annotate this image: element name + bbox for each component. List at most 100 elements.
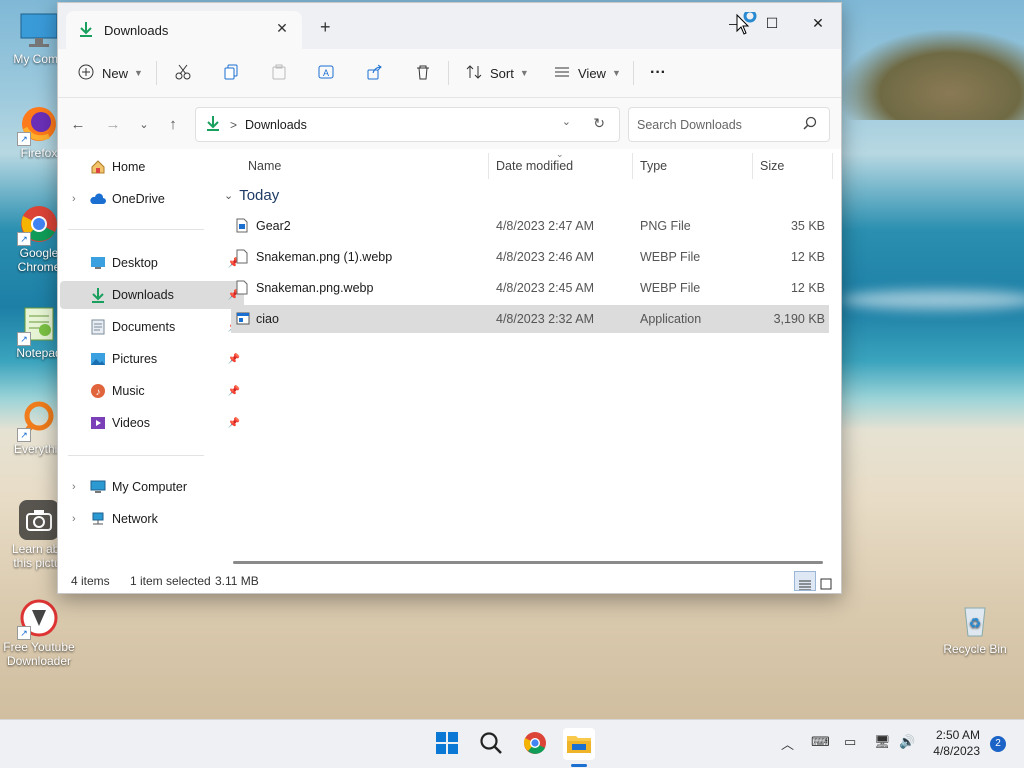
address-bar-row: ← → ⌄ ↑ > Downloads ⌄ ↻ Search Downloads [58, 98, 841, 150]
sidebar-item-downloads[interactable]: Downloads 📌 [60, 281, 244, 309]
sidebar-item-label: Desktop [112, 256, 158, 270]
share-button[interactable] [367, 59, 383, 87]
sidebar-item-home[interactable]: Home [60, 153, 244, 181]
camera-icon [19, 500, 59, 540]
clipboard-icon [271, 64, 287, 83]
new-button[interactable]: New ▼ [78, 59, 143, 87]
column-header-date[interactable]: Date modified [496, 159, 573, 173]
file-row[interactable]: Gear2 4/8/2023 2:47 AM PNG File 35 KB [231, 212, 829, 240]
file-date: 4/8/2023 2:45 AM [496, 281, 594, 295]
start-button[interactable] [431, 728, 463, 760]
file-row-selected[interactable]: ciao 4/8/2023 2:32 AM Application 3,190 … [231, 305, 829, 333]
maximize-button[interactable]: ☐ [752, 9, 792, 37]
taskbar: ︿ ⌨ ▭ 🖥 🔊 2:50 AM 4/8/2023 2 [0, 719, 1024, 768]
paste-button[interactable] [271, 59, 287, 87]
desktop-icon-recycle-bin[interactable]: ♻ Recycle Bin [938, 600, 1012, 656]
keyboard-icon[interactable]: ⌨ [811, 734, 830, 750]
chrome-icon: ↗ [17, 204, 59, 246]
close-button[interactable]: ✕ [798, 9, 838, 37]
up-arrow-icon[interactable]: ↑ [162, 114, 184, 136]
taskbar-search-button[interactable] [475, 728, 507, 760]
column-divider[interactable] [832, 153, 833, 179]
copy-button[interactable] [223, 59, 239, 87]
delete-button[interactable] [415, 59, 431, 87]
tiles-view-icon [820, 578, 832, 593]
firefox-icon: ↗ [17, 104, 59, 146]
column-divider[interactable] [488, 153, 489, 179]
column-divider[interactable] [752, 153, 753, 179]
file-size: 12 KB [790, 250, 825, 264]
sidebar-item-my-computer[interactable]: › My Computer [60, 473, 244, 501]
tab-downloads[interactable]: Downloads ✕ [66, 11, 302, 49]
column-header-type[interactable]: Type [640, 159, 667, 173]
svg-text:♻: ♻ [969, 615, 982, 631]
column-divider[interactable] [632, 153, 633, 179]
download-arrow-icon [206, 115, 220, 134]
search-box[interactable]: Search Downloads [628, 107, 830, 142]
desktop-icon-free-youtube-downloader[interactable]: ↗ Free Youtube Downloader [2, 598, 76, 668]
sidebar-item-documents[interactable]: Documents 📌 [60, 313, 244, 341]
search-input[interactable]: Search Downloads [637, 118, 742, 132]
chevron-right-icon[interactable]: › [72, 481, 76, 493]
new-tab-button[interactable]: + [320, 17, 331, 38]
rename-button[interactable]: A [318, 59, 334, 87]
selection-count: 1 item selected [130, 574, 211, 588]
sidebar-item-label: Downloads [112, 288, 174, 302]
details-view-icon [799, 579, 811, 593]
chevron-right-icon[interactable]: › [72, 513, 76, 525]
chevron-down-icon: ⌄ [224, 190, 234, 202]
tiles-view-button[interactable] [816, 571, 836, 590]
sort-label: Sort [490, 65, 514, 81]
cut-button[interactable] [175, 59, 191, 87]
taskbar-view-icon[interactable]: ▭ [844, 734, 856, 750]
sidebar-item-videos[interactable]: Videos 📌 [60, 409, 244, 437]
generic-file-icon [236, 280, 248, 298]
clock-time: 2:50 AM [935, 728, 980, 742]
trash-icon [415, 64, 431, 83]
horizontal-scrollbar[interactable] [233, 561, 823, 564]
sort-icon [466, 64, 482, 83]
chevron-right-icon[interactable]: › [72, 193, 76, 205]
tab-close-icon[interactable]: ✕ [272, 20, 292, 37]
recent-locations-chevron-icon[interactable]: ⌄ [133, 114, 155, 136]
notepad-plus-icon: ↗ [17, 304, 59, 346]
sidebar-item-music[interactable]: ♪ Music 📌 [60, 377, 244, 405]
sidebar-item-desktop[interactable]: Desktop 📌 [60, 249, 244, 277]
monitor-icon [90, 479, 106, 495]
taskbar-file-explorer-button[interactable] [563, 728, 595, 760]
view-button[interactable]: View ▼ [554, 59, 621, 87]
clock[interactable]: 2:50 AM 4/8/2023 [933, 727, 980, 759]
notification-badge[interactable]: 2 [990, 736, 1006, 752]
file-row[interactable]: Snakeman.png (1).webp 4/8/2023 2:46 AM W… [231, 243, 829, 271]
home-icon [90, 159, 106, 175]
column-header-size[interactable]: Size [760, 159, 784, 173]
desktop-icon-label: Free Youtube Downloader [3, 640, 75, 668]
more-options-button[interactable]: ··· [650, 59, 666, 87]
volume-icon[interactable]: 🔊 [899, 734, 915, 750]
group-header-today[interactable]: ⌄ Today [224, 187, 279, 204]
file-row[interactable]: Snakeman.png.webp 4/8/2023 2:45 AM WEBP … [231, 274, 829, 302]
sort-button[interactable]: Sort ▼ [466, 59, 529, 87]
tray-overflow-chevron-icon[interactable]: ︿ [781, 734, 794, 753]
column-header-name[interactable]: Name [248, 159, 281, 173]
network-status-icon[interactable]: 🖥 [874, 734, 891, 750]
sidebar-item-onedrive[interactable]: › OneDrive [60, 185, 244, 213]
breadcrumb-location[interactable]: Downloads [245, 118, 307, 132]
address-bar[interactable]: > Downloads ⌄ ↻ [195, 107, 620, 142]
address-history-chevron-icon[interactable]: ⌄ [562, 115, 571, 128]
sidebar-item-network[interactable]: › Network [60, 505, 244, 533]
view-label: View [578, 65, 606, 81]
group-label: Today [239, 187, 280, 204]
details-view-button[interactable] [794, 571, 816, 591]
search-icon[interactable] [803, 116, 817, 133]
picture-icon [90, 351, 106, 367]
back-arrow-icon[interactable]: ← [67, 114, 89, 136]
taskbar-chrome-button[interactable] [519, 728, 551, 760]
sidebar-item-label: Documents [112, 320, 176, 334]
sidebar-item-pictures[interactable]: Pictures 📌 [60, 345, 244, 373]
application-icon [236, 312, 250, 328]
sidebar-item-label: Videos [112, 416, 150, 430]
copy-icon [223, 64, 239, 83]
forward-arrow-icon[interactable]: → [102, 114, 124, 136]
refresh-icon[interactable]: ↻ [593, 115, 605, 132]
